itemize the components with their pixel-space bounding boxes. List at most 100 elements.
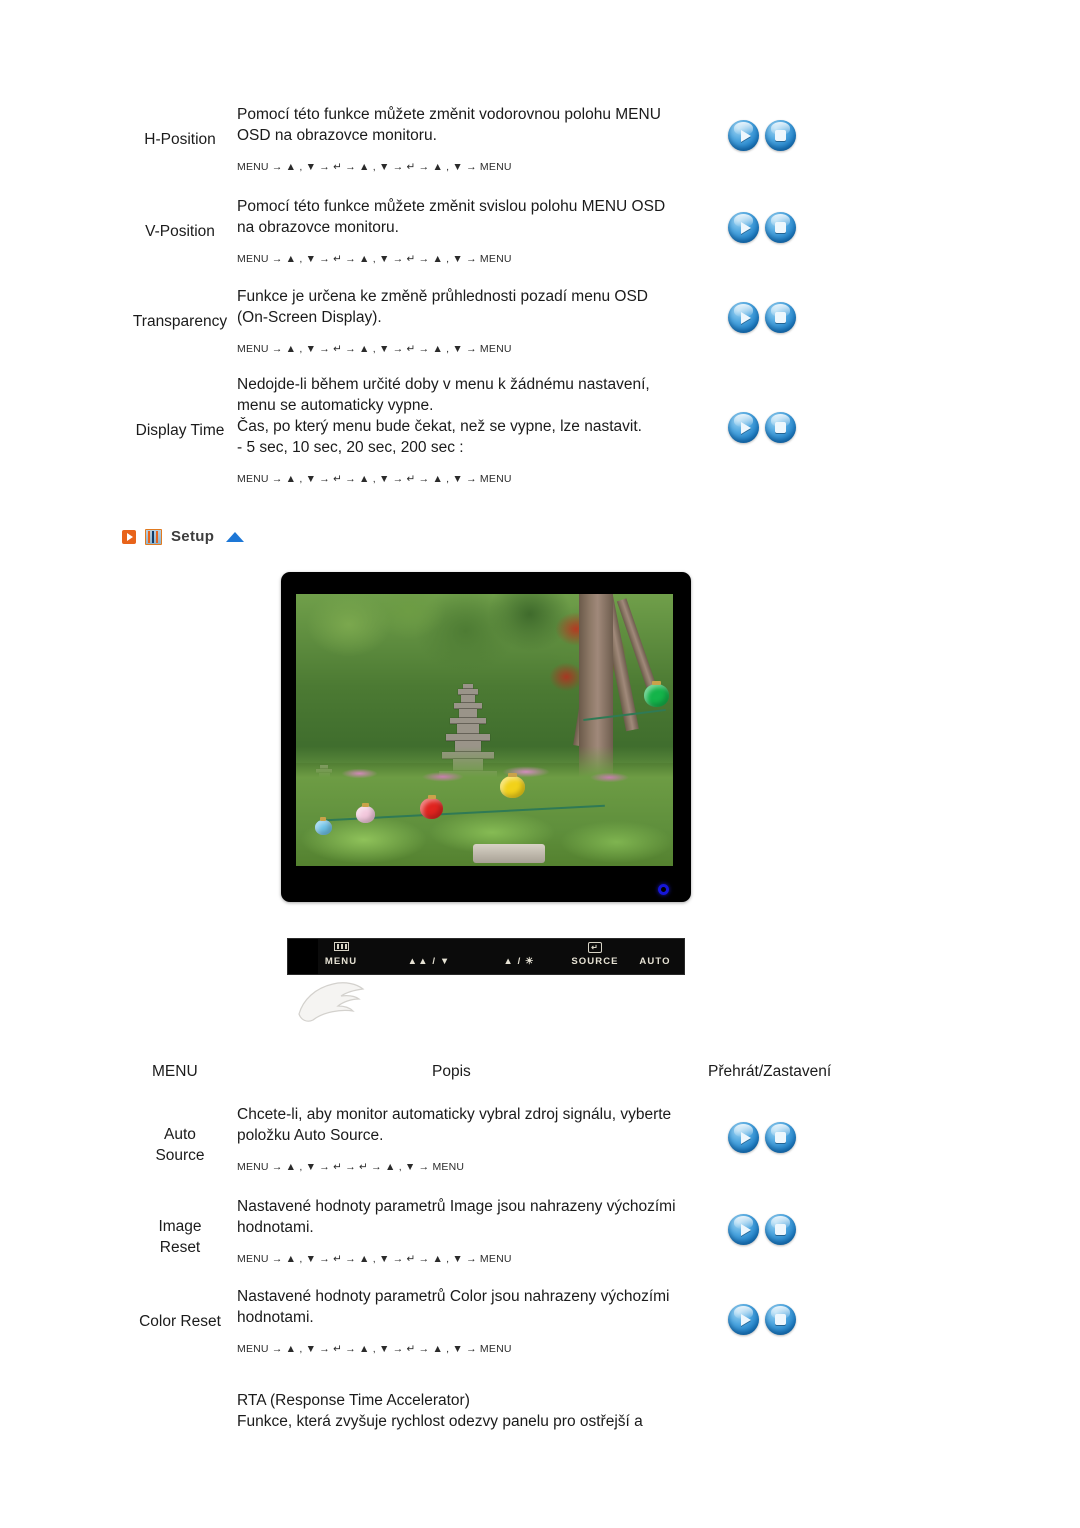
stop-icon	[765, 1214, 796, 1245]
play-stop-buttons	[728, 1214, 796, 1245]
control-button-menu[interactable]: MENU	[302, 942, 380, 967]
scenery-flowers	[311, 757, 658, 790]
setup-section-header[interactable]: Setup	[122, 528, 245, 545]
label-line: Source	[155, 1147, 205, 1164]
desc-line: Chcete-li, aby monitor automaticky vybra…	[237, 1106, 672, 1123]
enter-icon: ↵	[556, 942, 634, 954]
play-icon	[728, 212, 759, 243]
play-button[interactable]	[728, 1122, 759, 1153]
play-button[interactable]	[728, 302, 759, 333]
control-label: AUTO	[639, 956, 671, 967]
control-button-down[interactable]: ▲▲ / ▼	[384, 942, 474, 967]
key-sequence: MENU → ▲ , ▼ → ↵ → ▲ , ▼ → ↵ → ▲ , ▼ → M…	[237, 343, 512, 355]
row-description-display-time: Nedojde-li během určité doby v menu k žá…	[237, 374, 687, 486]
control-button-up-brightness[interactable]: ▲ / ☀	[474, 942, 564, 967]
sliders-icon	[145, 528, 162, 545]
desc-line: menu se automaticky vypne.	[237, 397, 434, 414]
row-label-image-reset: Image Reset	[110, 1216, 250, 1258]
lantern-blue	[314, 816, 332, 835]
up-triangle-icon[interactable]	[226, 531, 245, 542]
key-sequence: MENU → ▲ , ▼ → ↵ → ▲ , ▼ → ↵ → ▲ , ▼ → M…	[237, 1253, 512, 1265]
control-label: MENU	[324, 956, 358, 967]
column-header-menu: MENU	[152, 1063, 198, 1080]
play-button[interactable]	[728, 1304, 759, 1335]
play-button[interactable]	[728, 412, 759, 443]
stop-icon	[765, 1304, 796, 1335]
row-description-color-reset: Nastavené hodnoty parametrů Color jsou n…	[237, 1286, 687, 1356]
play-button[interactable]	[728, 212, 759, 243]
key-sequence: MENU → ▲ , ▼ → ↵ → ▲ , ▼ → ↵ → ▲ , ▼ → M…	[237, 473, 512, 485]
row-description-image-reset: Nastavené hodnoty parametrů Image jsou n…	[237, 1196, 687, 1266]
desc-line: Pomocí této funkce můžete změnit vodorov…	[237, 106, 661, 123]
play-button[interactable]	[728, 120, 759, 151]
play-icon	[728, 1214, 759, 1245]
row-label-h-position: H-Position	[144, 131, 216, 148]
control-button-auto[interactable]: AUTO	[624, 942, 686, 967]
bars-icon	[302, 942, 380, 954]
page-title: Setup	[171, 528, 215, 545]
row-label-v-position: V-Position	[145, 223, 215, 240]
row-label-display-time: Display Time	[135, 422, 225, 439]
label-line: Auto	[164, 1126, 196, 1143]
power-led-icon	[658, 884, 669, 895]
desc-line: hodnotami.	[237, 1219, 314, 1236]
desc-line: hodnotami.	[237, 1309, 314, 1326]
stop-icon	[765, 1122, 796, 1153]
stop-button[interactable]	[765, 212, 796, 243]
row-description-v-position: Pomocí této funkce můžete změnit svislou…	[237, 196, 687, 266]
stop-button[interactable]	[765, 1304, 796, 1335]
hand-cursor-icon	[298, 982, 365, 1022]
control-button-source[interactable]: ↵ SOURCE	[556, 942, 634, 967]
desc-line: Nastavené hodnoty parametrů Image jsou n…	[237, 1198, 676, 1215]
desc-line: OSD na obrazovce monitoru.	[237, 127, 437, 144]
monitor-illustration	[281, 572, 691, 902]
play-icon	[728, 412, 759, 443]
control-label: SOURCE	[571, 956, 619, 967]
stop-button[interactable]	[765, 302, 796, 333]
play-icon	[728, 1304, 759, 1335]
play-button[interactable]	[728, 1214, 759, 1245]
stop-icon	[765, 212, 796, 243]
play-stop-buttons	[728, 302, 796, 333]
desc-line: - 5 sec, 10 sec, 20 sec, 200 sec :	[237, 439, 464, 456]
play-icon	[728, 120, 759, 151]
desc-line: (On-Screen Display).	[237, 309, 382, 326]
row-label-transparency: Transparency	[132, 313, 228, 330]
lantern-yellow	[499, 773, 525, 799]
row-description-h-position: Pomocí této funkce můžete změnit vodorov…	[237, 104, 687, 174]
desc-line: RTA (Response Time Accelerator)	[237, 1392, 470, 1409]
stop-button[interactable]	[765, 1122, 796, 1153]
play-stop-buttons	[728, 1122, 796, 1153]
play-stop-buttons	[728, 120, 796, 151]
monitor-screen	[296, 594, 673, 866]
column-header-description: Popis	[432, 1063, 471, 1080]
stop-button[interactable]	[765, 1214, 796, 1245]
play-stop-buttons	[728, 212, 796, 243]
desc-line: Pomocí této funkce můžete změnit svislou…	[237, 198, 666, 215]
column-header-play-stop: Přehrát/Zastavení	[708, 1063, 832, 1080]
play-icon	[728, 302, 759, 333]
key-sequence: MENU → ▲ , ▼ → ↵ → ▲ , ▼ → ↵ → ▲ , ▼ → M…	[237, 253, 512, 265]
desc-line: položku Auto Source.	[237, 1127, 384, 1144]
stop-button[interactable]	[765, 120, 796, 151]
desc-line: Funkce je určena ke změně průhlednosti p…	[237, 288, 648, 305]
desc-line: Funkce, která zvyšuje rychlost odezvy pa…	[237, 1413, 643, 1430]
stop-button[interactable]	[765, 412, 796, 443]
stop-icon	[765, 120, 796, 151]
row-description-auto-source: Chcete-li, aby monitor automaticky vybra…	[237, 1104, 687, 1174]
scenery-rock	[473, 844, 545, 864]
lantern-red	[420, 795, 444, 819]
row-description-transparency: Funkce je určena ke změně průhlednosti p…	[237, 286, 687, 356]
desc-line: Nastavené hodnoty parametrů Color jsou n…	[237, 1288, 670, 1305]
stop-icon	[765, 302, 796, 333]
play-stop-buttons	[728, 1304, 796, 1335]
label-line: Reset	[159, 1239, 201, 1256]
key-sequence: MENU → ▲ , ▼ → ↵ → ▲ , ▼ → ↵ → ▲ , ▼ → M…	[237, 161, 512, 173]
row-description-rta: RTA (Response Time Accelerator) Funkce, …	[237, 1390, 687, 1432]
lantern-green	[644, 680, 670, 707]
control-label: ▲▲ / ▼	[407, 956, 451, 967]
control-label: ▲ / ☀	[503, 956, 535, 967]
